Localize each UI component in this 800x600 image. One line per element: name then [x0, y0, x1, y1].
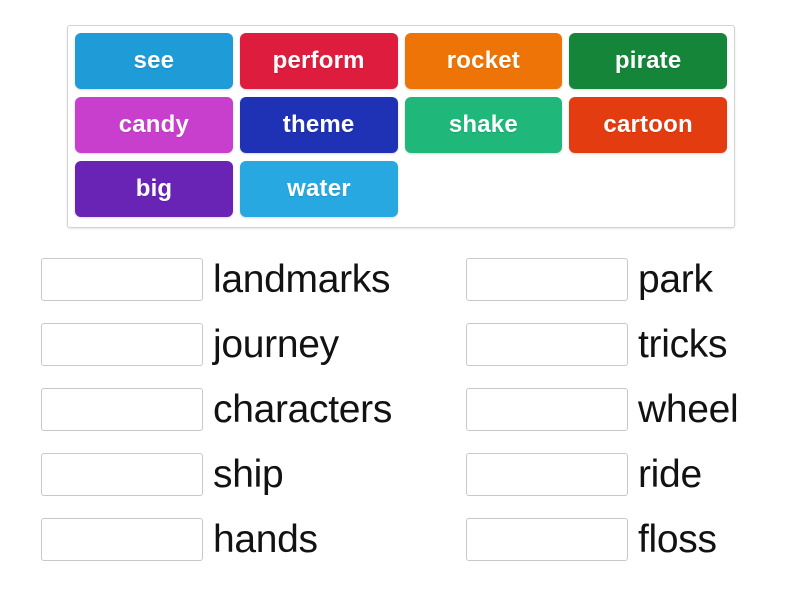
- drop-zone-hands[interactable]: [41, 518, 203, 561]
- answer-label-journey: journey: [213, 323, 339, 366]
- answer-row-journey: journey: [41, 312, 466, 377]
- tile-row-2: candy theme shake cartoon: [75, 97, 734, 161]
- drop-zone-ride[interactable]: [466, 453, 628, 496]
- tile-row-3: big water: [75, 161, 734, 225]
- drop-zone-characters[interactable]: [41, 388, 203, 431]
- answer-label-wheel: wheel: [638, 388, 739, 431]
- answer-column-left: landmarks journey characters ship hands: [41, 247, 466, 572]
- answer-label-ride: ride: [638, 453, 702, 496]
- answer-row-floss: floss: [466, 507, 800, 572]
- word-tile-water[interactable]: water: [240, 161, 398, 217]
- answer-label-hands: hands: [213, 518, 318, 561]
- answer-label-ship: ship: [213, 453, 284, 496]
- drop-zone-wheel[interactable]: [466, 388, 628, 431]
- word-tile-pirate[interactable]: pirate: [569, 33, 727, 89]
- word-tile-shake[interactable]: shake: [404, 97, 563, 153]
- answer-label-floss: floss: [638, 518, 717, 561]
- answer-column-right: park tricks wheel ride floss: [466, 247, 800, 572]
- answer-label-landmarks: landmarks: [213, 258, 391, 301]
- drop-zone-floss[interactable]: [466, 518, 628, 561]
- drop-zone-tricks[interactable]: [466, 323, 628, 366]
- word-tile-perform[interactable]: perform: [239, 33, 398, 89]
- answer-row-hands: hands: [41, 507, 466, 572]
- word-tile-candy[interactable]: candy: [75, 97, 233, 153]
- word-tile-cartoon[interactable]: cartoon: [569, 97, 727, 153]
- word-tile-theme[interactable]: theme: [239, 97, 398, 153]
- answer-row-ship: ship: [41, 442, 466, 507]
- answer-row-landmarks: landmarks: [41, 247, 466, 312]
- answer-label-park: park: [638, 258, 713, 301]
- word-tile-bank: see perform rocket pirate candy theme sh…: [67, 25, 735, 228]
- drop-zone-park[interactable]: [466, 258, 628, 301]
- drop-zone-journey[interactable]: [41, 323, 203, 366]
- drop-zone-landmarks[interactable]: [41, 258, 203, 301]
- answer-columns: landmarks journey characters ship hands: [0, 247, 800, 572]
- answer-row-wheel: wheel: [466, 377, 800, 442]
- drop-zone-ship[interactable]: [41, 453, 203, 496]
- word-tile-big[interactable]: big: [75, 161, 233, 217]
- answer-area: landmarks journey characters ship hands: [0, 247, 800, 572]
- answer-row-ride: ride: [466, 442, 800, 507]
- answer-row-park: park: [466, 247, 800, 312]
- word-tile-rocket[interactable]: rocket: [404, 33, 563, 89]
- answer-row-characters: characters: [41, 377, 466, 442]
- answer-row-tricks: tricks: [466, 312, 800, 377]
- tile-row-1: see perform rocket pirate: [75, 33, 734, 97]
- answer-label-tricks: tricks: [638, 323, 728, 366]
- answer-label-characters: characters: [213, 388, 393, 431]
- word-tile-see[interactable]: see: [75, 33, 233, 89]
